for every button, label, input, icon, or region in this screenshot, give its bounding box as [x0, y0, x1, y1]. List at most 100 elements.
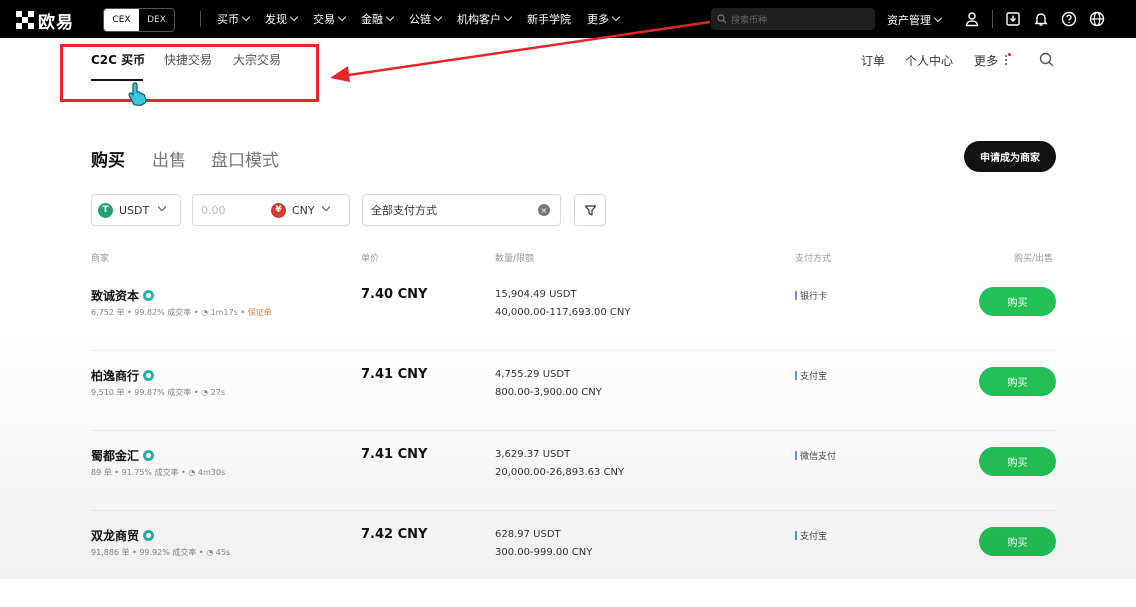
order-limit: 300.00-999.00 CNY [495, 547, 593, 558]
payment-method: 支付宝 [795, 369, 827, 382]
coin-select-value: USDT [119, 203, 150, 217]
unit-price: 7.42 CNY [361, 527, 428, 542]
help-icon[interactable] [1055, 11, 1083, 27]
apply-merchant-button[interactable]: 申请成为商家 [964, 141, 1056, 172]
filter-button[interactable] [574, 194, 606, 226]
asset-management-menu[interactable]: 资产管理 [887, 12, 943, 28]
unit-price: 7.41 CNY [361, 367, 428, 382]
available-quantity: 4,755.29 USDT [495, 369, 571, 380]
table-row: 蜀都金汇 89 单 • 91.75% 成交率 • ◔ 4m30s 7.41 CNY 3… [91, 447, 1056, 527]
merchant-name[interactable]: 柏逸商行 [91, 367, 155, 384]
okx-logo-icon [16, 11, 34, 29]
row-divider [91, 350, 1056, 351]
order-limit: 40,000.00-117,693.00 CNY [495, 307, 631, 318]
fiat-select-value: CNY [292, 203, 315, 217]
verified-badge-icon [143, 450, 155, 461]
order-limit: 20,000.00-26,893.63 CNY [495, 467, 625, 478]
usdt-coin-icon: T [98, 202, 113, 218]
table-row: 致诚资本 6,752 单 • 99.82% 成交率 • ◔ 1m17s • 保证单… [91, 287, 1056, 367]
merchant-name[interactable]: 致诚资本 [91, 287, 155, 304]
merchant-stats: 6,752 单 • 99.82% 成交率 • ◔ 1m17s • 保证单 [91, 308, 272, 317]
more-menu-label: 更多 [974, 54, 999, 68]
buy-button[interactable]: 购买 [979, 447, 1056, 476]
nav-item[interactable]: 发现 [265, 11, 299, 27]
merchant-orders-rate: 89 单 • 91.75% 成交率 • [91, 468, 189, 477]
unit-price: 7.41 CNY [361, 447, 428, 462]
cex-toggle[interactable]: CEX [104, 9, 139, 31]
merchant-avg-time: 45s [215, 548, 231, 557]
more-dots-icon [1004, 53, 1011, 65]
search-placeholder: 搜索币种 [731, 15, 768, 26]
payment-method: 微信支付 [795, 449, 836, 462]
buy-button[interactable]: 购买 [979, 287, 1056, 316]
user-icon[interactable] [958, 11, 986, 27]
available-quantity: 15,904.49 USDT [495, 289, 577, 300]
coin-select[interactable]: T USDT [91, 194, 181, 226]
logo[interactable]: 欧易 [16, 10, 74, 33]
column-header-action: 购买/出售 [1014, 254, 1054, 264]
tab-orderbook-mode[interactable]: 盘口模式 [211, 146, 279, 171]
chevron-down-icon [289, 12, 299, 22]
available-quantity: 628.97 USDT [495, 529, 561, 540]
merchant-orders-rate: 9,510 单 • 99.87% 成交率 • [91, 388, 202, 397]
verified-badge-icon [143, 290, 155, 301]
nav-item-label: 买币 [217, 13, 239, 26]
icon-divider [992, 10, 993, 28]
globe-icon[interactable] [1083, 11, 1111, 27]
clock-icon: ◔ [201, 388, 211, 397]
chevron-down-icon [321, 202, 330, 212]
top-icons [958, 0, 1111, 38]
search-icon[interactable] [1039, 52, 1054, 67]
chevron-down-icon [933, 13, 943, 23]
nav-item-label: 发现 [265, 13, 287, 26]
column-header-quantity-limit: 数量/限额 [495, 254, 535, 264]
buy-button[interactable]: 购买 [979, 527, 1056, 556]
orders-link[interactable]: 订单 [861, 52, 885, 69]
merchant-stats: 9,510 单 • 99.87% 成交率 • ◔ 27s [91, 387, 225, 398]
merchant-orders-rate: 6,752 单 • 99.82% 成交率 • [91, 308, 202, 317]
buy-button[interactable]: 购买 [979, 367, 1056, 396]
clock-icon: ◔ [201, 308, 211, 317]
tab-buy[interactable]: 购买 [91, 146, 125, 171]
merchant-avg-time: 1m17s [210, 308, 238, 317]
merchant-guarantee-tag: 保证单 [247, 308, 272, 317]
merchant-avg-time: 27s [210, 388, 225, 397]
verified-badge-icon [143, 370, 155, 381]
available-quantity: 3,629.37 USDT [495, 449, 571, 460]
clock-icon: ◔ [206, 548, 216, 557]
amount-input[interactable] [199, 202, 271, 218]
dex-toggle[interactable]: DEX [139, 9, 174, 31]
merchant-name-text: 柏逸商行 [91, 369, 140, 383]
payment-method-select[interactable]: 全部支付方式 × [362, 194, 561, 226]
download-icon[interactable] [999, 11, 1027, 27]
table-row: 柏逸商行 9,510 单 • 99.87% 成交率 • ◔ 27s 7.41 CNY… [91, 367, 1056, 447]
row-divider [91, 510, 1056, 511]
chevron-down-icon [157, 202, 167, 212]
merchant-stats: 89 单 • 91.75% 成交率 • ◔ 4m30s [91, 467, 225, 478]
merchant-name[interactable]: 蜀都金汇 [91, 447, 155, 464]
nav-item[interactable]: 买币 [217, 11, 251, 27]
merchant-name[interactable]: 双龙商贸 [91, 527, 155, 544]
asset-management-label: 资产管理 [887, 14, 931, 27]
unit-price: 7.40 CNY [361, 287, 428, 302]
payment-method: 银行卡 [795, 289, 827, 302]
payment-method: 支付宝 [795, 529, 827, 542]
column-header-merchant: 商家 [91, 254, 110, 264]
merchant-stats: 91,886 单 • 99.92% 成交率 • ◔ 45s [91, 547, 230, 558]
fiat-select[interactable]: CNY [292, 202, 330, 217]
search-input[interactable]: 搜索币种 [711, 8, 875, 30]
merchant-name-text: 双龙商贸 [91, 529, 140, 543]
bell-icon[interactable] [1027, 11, 1055, 27]
personal-center-link[interactable]: 个人中心 [905, 52, 953, 69]
tab-sell[interactable]: 出售 [152, 146, 186, 171]
merchant-orders-rate: 91,886 单 • 99.92% 成交率 • [91, 548, 207, 557]
annotation-arrow [330, 20, 711, 82]
more-menu[interactable]: 更多 [974, 52, 1012, 69]
hand-cursor-icon [128, 82, 147, 106]
logo-text: 欧易 [38, 12, 74, 33]
payment-method-value: 全部支付方式 [371, 204, 437, 217]
merchant-name-text: 蜀都金汇 [91, 449, 140, 463]
order-limit: 800.00-3,900.00 CNY [495, 387, 602, 398]
clear-icon[interactable]: × [538, 204, 550, 216]
column-header-payment: 支付方式 [795, 254, 832, 264]
